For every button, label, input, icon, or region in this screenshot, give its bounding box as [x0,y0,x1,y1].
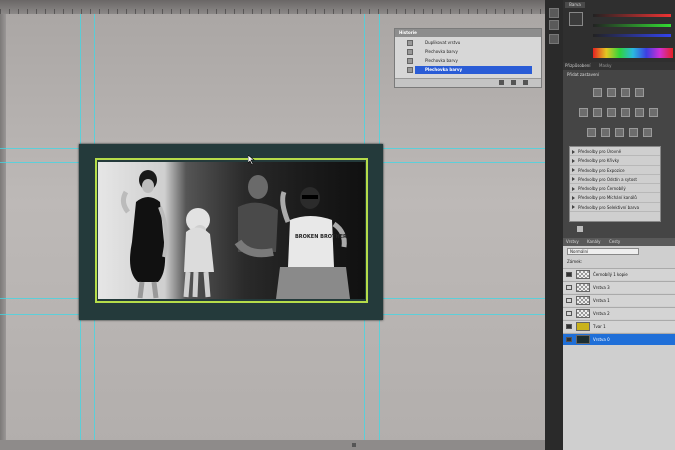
adjustments-panel[interactable]: Přizpůsobení Masky Přidat zastavení Před… [563,62,675,238]
invert-icon[interactable] [587,128,596,137]
color-panel[interactable]: Barva [563,0,675,62]
history-item[interactable]: Plechovka barvy [407,57,532,65]
layer-name: Vrstva 0 [593,337,610,342]
layers-tabbar: Vrstvy Kanály Cesty [563,238,675,246]
history-panel-footer [395,78,541,87]
history-panel[interactable]: Historie Duplikovat vrstvu Plechovka barv… [394,28,542,88]
preset-list[interactable]: Předvolby pro Úrovně Předvolby pro Křivky… [569,146,661,222]
new-document-icon[interactable] [511,80,516,85]
layer-name: Vrstva 2 [593,311,610,316]
history-item-label: Duplikovat vrstvu [425,40,461,45]
gradient-map-icon[interactable] [629,128,638,137]
threshold-icon[interactable] [615,128,624,137]
photo-filter-icon[interactable] [635,108,644,117]
preset-item[interactable]: Předvolby pro Míchání kanálů [570,193,660,203]
vertical-ruler [0,14,6,450]
preset-item[interactable]: Předvolby pro Selektivní barva [570,203,660,213]
mouse-cursor-icon [248,155,255,165]
paint-bucket-icon [407,40,413,46]
layer-row[interactable]: Tvar 1 [563,320,675,332]
layer-row[interactable]: Černobílý 1 kopie [563,268,675,280]
scroll-thumb[interactable] [352,443,356,447]
layer-name: Tvar 1 [593,324,606,329]
exposure-icon[interactable] [635,88,644,97]
blend-mode-select[interactable]: Normální [567,248,639,255]
photo-illustration: BROKEN BROTHER [120,170,350,299]
preset-item[interactable]: Předvolby pro Černobílý [570,184,660,194]
tab-color[interactable]: Barva [565,2,585,8]
foreground-color-swatch[interactable] [569,12,583,26]
history-icon[interactable] [549,34,559,44]
history-item-label: Plechovka barvy [425,49,458,54]
clip-icon[interactable] [577,226,583,232]
layer-name: Černobílý 1 kopie [593,272,628,277]
trash-icon[interactable] [523,80,528,85]
layer-thumbnail [576,322,590,331]
snapshot-icon[interactable] [499,80,504,85]
history-item-label: Plechovka barvy [425,58,458,63]
tab-adjustments[interactable]: Přizpůsobení [565,63,590,68]
tab-paths[interactable]: Cesty [609,239,620,244]
history-item[interactable]: Plechovka barvy [407,66,532,74]
curves-icon[interactable] [621,88,630,97]
tab-channels[interactable]: Kanály [587,239,600,244]
layer-thumbnail [576,309,590,318]
document-canvas[interactable]: BROKEN BROTHER Historie Duplikovat vrstv… [0,0,545,450]
posterize-icon[interactable] [601,128,610,137]
eye-icon[interactable] [566,324,572,329]
blue-slider[interactable] [593,34,671,37]
layer-thumbnail [576,335,590,344]
eye-icon[interactable] [566,298,572,303]
horizontal-ruler [0,0,545,14]
preset-item[interactable]: Předvolby pro Křivky [570,156,660,166]
shirt-print: BROKEN BROTHER [295,234,347,240]
red-slider[interactable] [593,14,671,17]
color-spectrum[interactable] [593,48,673,58]
green-slider[interactable] [593,24,671,27]
history-item[interactable]: Duplikovat vrstvu [407,39,532,47]
preset-item[interactable]: Předvolby pro Úrovně [570,147,660,157]
swatches-icon[interactable] [549,20,559,30]
photo-image[interactable]: BROKEN BROTHER [98,162,365,299]
layer-thumbnail [576,283,590,292]
black-white-icon[interactable] [621,108,630,117]
ruler-ticks [0,9,545,14]
eye-icon[interactable] [566,337,572,342]
layer-row[interactable]: Vrstva 0 [563,333,675,345]
paint-bucket-icon [407,67,413,73]
paint-bucket-icon [407,58,413,64]
layer-thumbnail [576,296,590,305]
eye-icon[interactable] [566,285,572,290]
preset-item[interactable]: Předvolby pro Odstín a sytost [570,175,660,185]
adjustments-tabbar: Přizpůsobení Masky [563,62,675,70]
layer-name: Vrstva 3 [593,285,610,290]
layers-panel[interactable]: Vrstvy Kanály Cesty Normální Zámek: Čern… [563,238,675,450]
status-bar [0,440,545,450]
history-item-label: Plechovka barvy [425,67,463,72]
history-panel-title: Historie [395,29,541,37]
adjustments-subtitle: Přidat zastavení [567,72,600,77]
hue-saturation-icon[interactable] [593,108,602,117]
lock-label: Zámek: [567,259,583,264]
layer-name: Vrstva 1 [593,298,610,303]
levels-icon[interactable] [607,88,616,97]
selective-color-icon[interactable] [643,128,652,137]
tab-layers[interactable]: Vrstvy [566,239,579,244]
channel-mixer-icon[interactable] [649,108,658,117]
vibrance-icon[interactable] [579,108,588,117]
panel-dock-strip [545,0,563,450]
layer-row[interactable]: Vrstva 2 [563,307,675,319]
color-panel-icon[interactable] [549,8,559,18]
paint-bucket-icon [407,49,413,55]
layer-row[interactable]: Vrstva 3 [563,281,675,293]
layer-row[interactable]: Vrstva 1 [563,294,675,306]
eye-icon[interactable] [566,311,572,316]
tab-masks[interactable]: Masky [599,63,612,68]
color-balance-icon[interactable] [607,108,616,117]
preset-item[interactable]: Předvolby pro Expozice [570,166,660,175]
history-item[interactable]: Plechovka barvy [407,48,532,56]
layer-thumbnail [576,270,590,279]
eye-icon[interactable] [566,272,572,277]
brightness-icon[interactable] [593,88,602,97]
